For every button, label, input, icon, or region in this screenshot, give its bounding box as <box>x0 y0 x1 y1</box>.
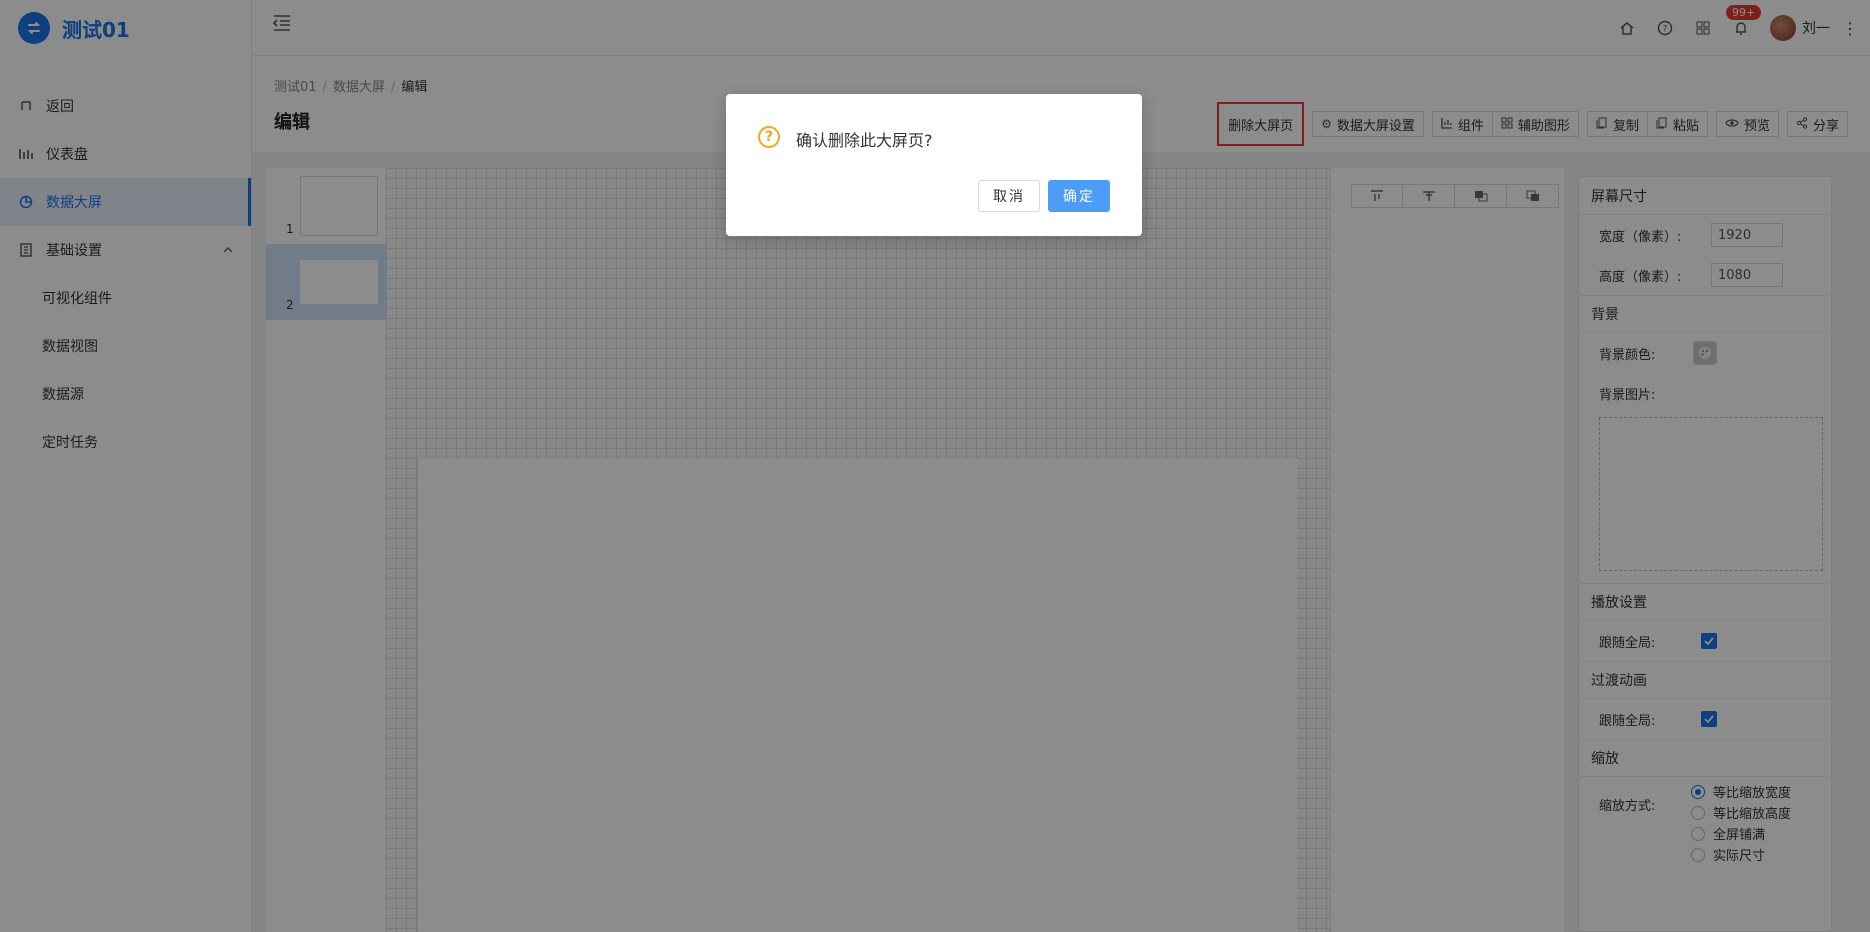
dialog-actions: 取消 确定 <box>978 180 1110 212</box>
confirm-dialog: ? 确认删除此大屏页? 取消 确定 <box>726 94 1142 236</box>
dialog-message: 确认删除此大屏页? <box>796 131 933 150</box>
cancel-button[interactable]: 取消 <box>978 180 1040 212</box>
question-icon: ? <box>758 126 780 148</box>
confirm-button[interactable]: 确定 <box>1048 180 1110 212</box>
